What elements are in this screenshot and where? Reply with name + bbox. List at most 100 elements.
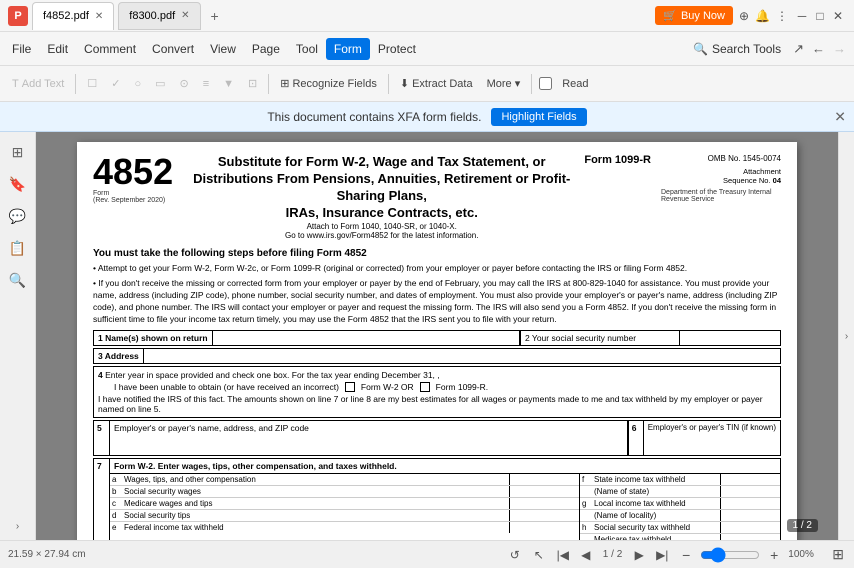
row7a-input[interactable] <box>509 474 579 485</box>
row4-text: Enter year in space provided and check o… <box>105 370 435 380</box>
buy-now-button[interactable]: 🛒 Buy Now <box>655 6 733 25</box>
combo-icon-btn[interactable]: ▼ <box>217 75 240 93</box>
sidebar-thumbnails-icon[interactable]: ⊞ <box>6 140 30 164</box>
form-attach: Attach to Form 1040, 1040-SR, or 1040-X. <box>183 222 580 231</box>
next-page-button[interactable]: ▶ <box>629 545 649 565</box>
row6-value[interactable] <box>648 432 776 452</box>
external-link-icon[interactable]: ↗ <box>789 39 808 59</box>
search-tools-icon: 🔍 <box>693 42 708 56</box>
row7-b: b Social security wages <box>110 486 579 498</box>
menu-edit[interactable]: Edit <box>39 38 76 60</box>
more-button[interactable]: More ▾ <box>481 74 527 93</box>
row7g-label: Local income tax withheld <box>592 498 720 509</box>
sidebar-comment-icon[interactable]: 💬 <box>6 204 30 228</box>
toolbar-separator-2 <box>268 74 269 94</box>
add-text-label: Add Text <box>22 78 65 90</box>
menu-view[interactable]: View <box>202 38 244 60</box>
last-page-button[interactable]: ▶| <box>652 545 672 565</box>
close-button[interactable]: ✕ <box>830 8 846 24</box>
row7-state: (Name of state) <box>580 486 780 498</box>
row5-label: Employer's or payer's name, address, and… <box>114 423 623 433</box>
read-checkbox[interactable] <box>539 77 552 90</box>
left-panel-toggle[interactable]: › <box>16 521 19 532</box>
list-icon-btn[interactable]: ≡ <box>197 75 215 93</box>
zoom-controls: − + 100% ⊞ <box>676 544 846 565</box>
row7-f: f State income tax withheld <box>580 474 780 486</box>
row7e-input[interactable] <box>509 522 579 533</box>
forward-icon[interactable]: → <box>829 39 850 58</box>
menu-page[interactable]: Page <box>244 38 288 60</box>
row7e-letter: e <box>110 522 122 533</box>
tab-f8300[interactable]: f8300.pdf ✕ <box>118 2 200 30</box>
row7h-input[interactable] <box>720 522 780 533</box>
read-button[interactable]: Read <box>556 75 594 93</box>
row4-check1-box[interactable] <box>345 382 355 392</box>
menu-comment[interactable]: Comment <box>76 38 144 60</box>
zoom-slider[interactable] <box>700 547 760 563</box>
row7locality-label: (Name of locality) <box>592 510 720 521</box>
menu-file[interactable]: File <box>4 38 39 60</box>
right-panel-toggle[interactable]: › <box>845 331 848 342</box>
row7d-letter: d <box>110 510 122 521</box>
row3-value[interactable] <box>144 349 780 363</box>
row5-content[interactable]: Employer's or payer's name, address, and… <box>110 421 628 455</box>
sidebar-search-icon[interactable]: 🔍 <box>6 268 30 292</box>
menu-form[interactable]: Form <box>326 38 370 60</box>
row5-value[interactable] <box>114 433 623 453</box>
cursor-icon[interactable]: ↖ <box>529 545 549 565</box>
xfa-close-button[interactable]: ✕ <box>834 108 846 125</box>
zoom-in-button[interactable]: + <box>764 545 784 565</box>
sidebar-bookmark-icon[interactable]: 🔖 <box>6 172 30 196</box>
menu-convert[interactable]: Convert <box>144 38 202 60</box>
back-icon[interactable]: ← <box>808 39 829 58</box>
button-icon-btn[interactable]: ⊡ <box>242 74 263 93</box>
textfield-icon-btn[interactable]: ▭ <box>149 74 171 93</box>
radio-icon-btn[interactable]: ⊙ <box>174 74 195 93</box>
checkmark-icon-btn[interactable]: ✓ <box>105 74 126 93</box>
menu-tool[interactable]: Tool <box>288 38 326 60</box>
tab-f8300-close[interactable]: ✕ <box>181 10 189 21</box>
row7-title: Form W-2. Enter wages, tips, other compe… <box>110 459 780 474</box>
row7h-label: Social security tax withheld <box>592 522 720 533</box>
row2-value[interactable] <box>680 331 780 345</box>
row7d-input[interactable] <box>509 510 579 521</box>
row7locality-input[interactable] <box>720 510 780 521</box>
undo-icon[interactable]: ↺ <box>505 545 525 565</box>
highlight-fields-button[interactable]: Highlight Fields <box>491 108 586 126</box>
checkbox-icon-btn[interactable]: ☐ <box>81 74 103 93</box>
prev-page-button[interactable]: ◀ <box>576 545 596 565</box>
recognize-fields-button[interactable]: ⊞ Recognize Fields <box>274 74 383 93</box>
extract-data-button[interactable]: ⬇ Extract Data <box>394 74 479 93</box>
zoom-out-button[interactable]: − <box>676 545 696 565</box>
attachment-seq: AttachmentSequence No. 04 <box>661 167 781 185</box>
circle-icon-btn[interactable]: ○ <box>128 75 147 93</box>
row7medicare-input[interactable] <box>720 534 780 540</box>
row7g-letter: g <box>580 498 592 509</box>
fit-page-button[interactable]: ⊞ <box>830 544 846 565</box>
row7c-input[interactable] <box>509 498 579 509</box>
row7f-input[interactable] <box>720 474 780 485</box>
form-row-3: 3 Address <box>93 348 781 364</box>
row7g-input[interactable] <box>720 498 780 509</box>
first-page-button[interactable]: |◀ <box>553 545 573 565</box>
search-tools-button[interactable]: 🔍 Search Tools <box>685 38 789 60</box>
maximize-button[interactable]: □ <box>812 8 828 24</box>
add-text-button[interactable]: T Add Text <box>6 75 70 93</box>
form-header: 4852 Form(Rev. September 2020) Substitut… <box>93 154 781 240</box>
row7b-input[interactable] <box>509 486 579 497</box>
row1-value[interactable] <box>213 331 520 345</box>
row7a-letter: a <box>110 474 122 485</box>
tab-f4852-close[interactable]: ✕ <box>95 11 103 22</box>
more-options-icon[interactable]: ⋮ <box>776 9 788 23</box>
minimize-button[interactable]: ─ <box>794 8 810 24</box>
row4-check2-box[interactable] <box>420 382 430 392</box>
tab-f4852[interactable]: f4852.pdf ✕ <box>32 2 114 30</box>
tab-add-button[interactable]: + <box>205 6 225 26</box>
search-tools-label: Search Tools <box>712 42 781 56</box>
cart-icon: 🛒 <box>663 9 677 22</box>
menu-protect[interactable]: Protect <box>370 38 424 60</box>
sidebar-layers-icon[interactable]: 📋 <box>6 236 30 260</box>
row7-columns: a Wages, tips, and other compensation b … <box>110 474 780 540</box>
toolbar-icon-2: 🔔 <box>755 9 770 23</box>
row7state-input[interactable] <box>720 486 780 497</box>
